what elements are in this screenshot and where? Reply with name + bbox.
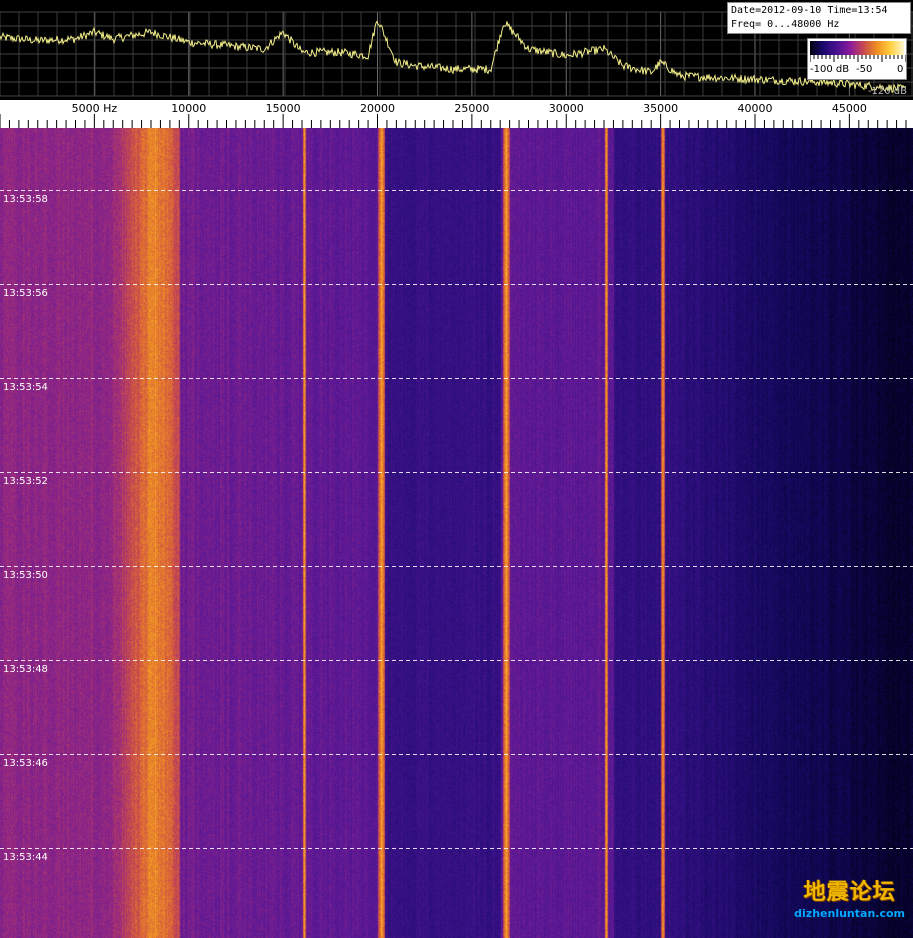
x-tick-label: 25000: [454, 102, 489, 115]
spectrum-floor-label: -120 dB: [867, 86, 907, 97]
time-label: 13:53:54: [3, 382, 48, 393]
time-label: 13:53:50: [3, 570, 48, 581]
waterfall-spectrogram: 13:53:58 13:53:56 13:53:54 13:53:52 13:53:50…: [0, 128, 913, 938]
waterfall-time-grid: 13:53:58 13:53:56 13:53:54 13:53:52 13:53:50…: [0, 190, 913, 863]
watermark: 地震论坛 dizhenluntan.com: [794, 874, 905, 920]
x-tick-label: 20000: [360, 102, 395, 115]
colorbar: -100 dB -50 0: [807, 38, 907, 80]
time-label: 13:53:48: [3, 664, 48, 675]
colorbar-labels: -100 dB -50 0: [810, 64, 904, 78]
x-tick-label: 35000: [643, 102, 678, 115]
frequency-range-label: Freq= 0...48000 Hz: [731, 19, 840, 30]
colorbar-ticks: [810, 55, 906, 62]
x-tick-label: 10000: [171, 102, 206, 115]
colorbar-label-min: -100 dB: [810, 64, 850, 75]
watermark-logo-text: 地震论坛: [803, 880, 896, 905]
info-box: Date=2012-09-10 Time=13:54 Freq= 0...480…: [727, 2, 911, 34]
frequency-axis: 5000 Hz 10000 15000 20000 25000 30000 35000 400…: [0, 100, 913, 128]
colorbar-gradient: [810, 41, 904, 55]
time-label: 13:53:46: [3, 758, 48, 769]
time-label: 13:53:56: [3, 288, 48, 299]
x-tick-label: 5000 Hz: [72, 102, 118, 115]
x-tick-label: 15000: [266, 102, 301, 115]
colorbar-label-mid: -50: [856, 64, 873, 75]
x-tick-label: 45000: [832, 102, 867, 115]
time-label: 13:53:44: [3, 852, 48, 863]
watermark-url: dizhenluntan.com: [794, 907, 905, 920]
time-label: 13:53:58: [3, 194, 48, 205]
date-time-label: Date=2012-09-10 Time=13:54: [731, 5, 888, 16]
colorbar-label-max: 0: [897, 64, 904, 75]
time-label: 13:53:52: [3, 476, 48, 487]
x-tick-label: 30000: [549, 102, 584, 115]
x-tick-label: 40000: [738, 102, 773, 115]
spectrum-panel: Date=2012-09-10 Time=13:54 Freq= 0...480…: [0, 0, 913, 100]
